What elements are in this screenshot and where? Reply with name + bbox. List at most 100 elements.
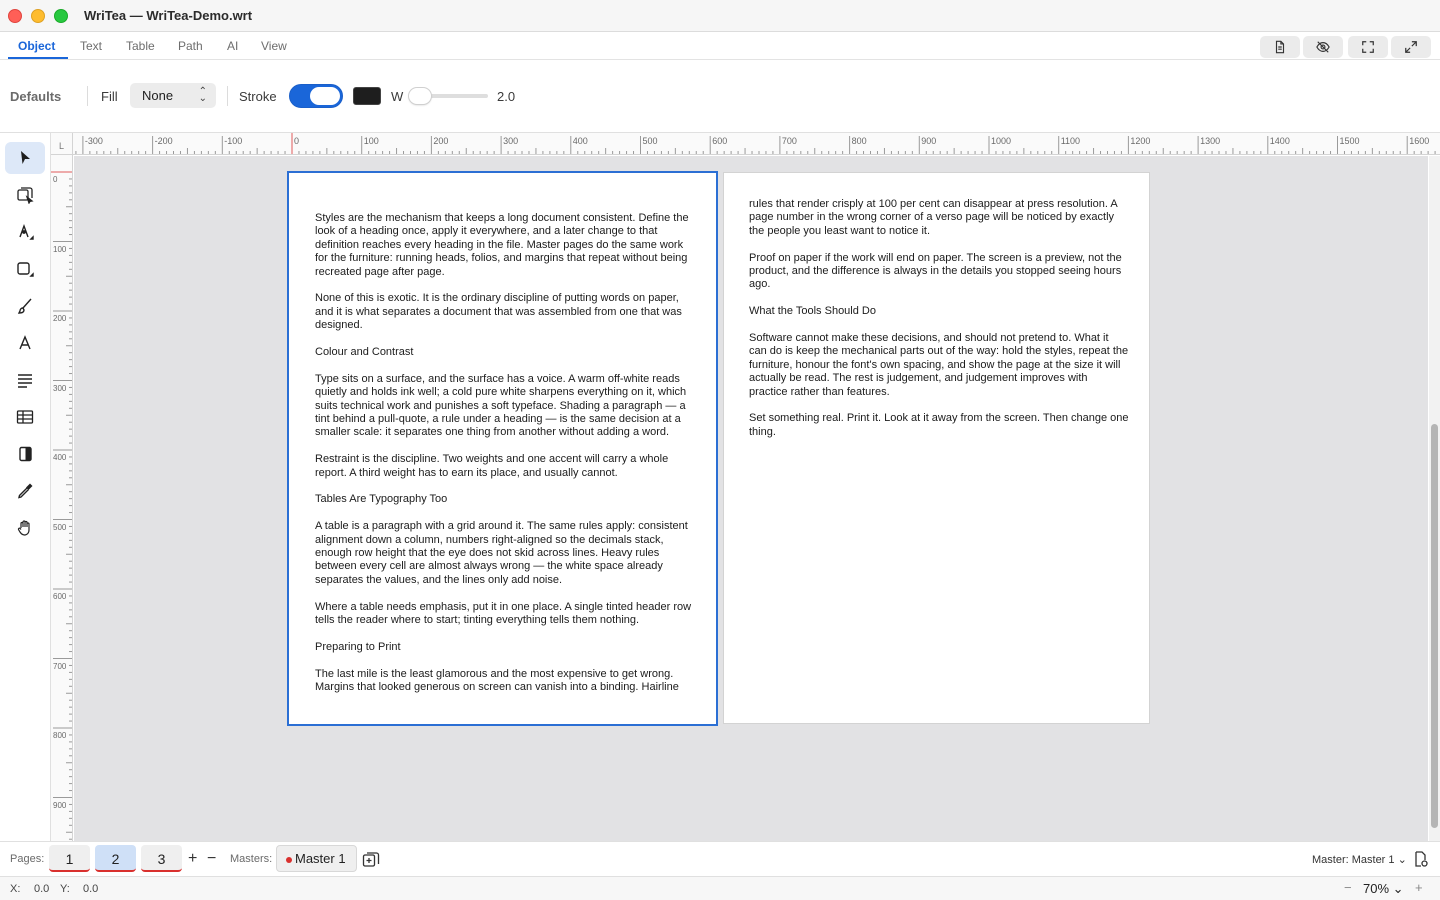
hand-tool[interactable] — [5, 512, 45, 544]
horizontal-ruler: -300 -200 -100 0 100 200 300 400 500 600 700 800 900… — [51, 133, 1440, 155]
chevron-down-icon: ⌄ — [1392, 881, 1404, 896]
ruler-label: 100 — [53, 244, 67, 254]
add-page-button[interactable]: + — [188, 850, 197, 868]
select-tool[interactable] — [5, 142, 45, 174]
remove-page-button[interactable]: − — [207, 850, 216, 868]
expand-button[interactable] — [1391, 36, 1431, 58]
ruler-label: 700 — [781, 136, 797, 146]
pen-tool[interactable] — [5, 216, 45, 248]
maximize-window-button[interactable] — [54, 9, 68, 23]
ruler-label: 100 — [363, 136, 379, 146]
ruler-label: 1600 — [1409, 136, 1430, 146]
page-paragraph: Tables Are Typography Too — [315, 493, 448, 506]
contrast-tool[interactable] — [5, 438, 45, 470]
chevron-down-icon: ⌄ — [1397, 854, 1407, 866]
zoom-select[interactable]: 70% ⌄ — [1363, 881, 1404, 897]
stroke-toggle[interactable] — [289, 84, 343, 108]
ruler-label: 600 — [53, 592, 67, 601]
text-tool[interactable] — [5, 327, 45, 359]
eye-slash-icon — [1316, 41, 1330, 53]
scrollbar-thumb[interactable] — [1431, 424, 1438, 828]
ruler-label: 800 — [851, 136, 867, 146]
table-icon — [16, 410, 34, 424]
ruler-label: 1400 — [1269, 136, 1290, 146]
y-value: 0.0 — [83, 883, 99, 895]
page-view-button[interactable] — [1260, 36, 1300, 58]
tab-view[interactable]: View — [261, 39, 287, 53]
ruler-label: 900 — [53, 800, 67, 810]
ruler-label: 400 — [572, 136, 588, 146]
right-page-text[interactable]: rules that render crisply at 100 per cen… — [749, 198, 1129, 453]
ruler-label: 600 — [712, 136, 728, 146]
ruler-label: 200 — [433, 136, 449, 146]
hide-toggle-button[interactable] — [1303, 36, 1343, 58]
hand-icon — [17, 520, 30, 536]
pages-bar: Pages: 1 2 3 + − Masters: Master 1 Maste… — [0, 841, 1440, 876]
page-paragraph: Type sits on a surface, and the surface … — [315, 372, 687, 439]
close-window-button[interactable] — [8, 9, 22, 23]
add-master-icon — [362, 852, 380, 867]
page-paragraph: Where a table needs emphasis, put it in … — [315, 600, 692, 627]
shape-tool[interactable] — [5, 253, 45, 285]
horizontal-ruler-ticks — [54, 133, 1436, 154]
page-tab-2[interactable]: 2 — [95, 845, 136, 872]
tab-object[interactable]: Object — [18, 39, 55, 53]
pages-label: Pages: — [10, 853, 45, 865]
tab-table[interactable]: Table — [126, 39, 155, 53]
properties-bar: Defaults Fill None ⌃ ⌄ Stroke W 2.0 — [0, 60, 1440, 133]
ruler-label: 1300 — [1200, 136, 1221, 146]
page-right[interactable]: rules that render crisply at 100 per cen… — [724, 173, 1149, 723]
mode-tabs: Object Text Table Path AI View — [0, 32, 1440, 60]
master-color-dot — [286, 857, 292, 863]
page-settings-button[interactable] — [1413, 850, 1429, 868]
status-bar: X: 0.0 Y: 0.0 − 70% ⌄ + — [0, 876, 1440, 900]
tab-ai[interactable]: AI — [227, 39, 238, 53]
vertical-ruler: 0 100 200 300 400 500 600 700 800 900 — [51, 155, 73, 841]
tab-path[interactable]: Path — [178, 39, 203, 53]
ruler-label: 1200 — [1130, 136, 1151, 146]
paragraph-tool[interactable] — [5, 364, 45, 396]
width-slider-knob[interactable] — [409, 88, 431, 104]
fill-select[interactable]: None ⌃ ⌄ — [130, 83, 216, 108]
vertical-scrollbar[interactable] — [1429, 156, 1440, 841]
width-label: W — [391, 89, 404, 104]
page-tab-3[interactable]: 3 — [141, 845, 182, 872]
page-paragraph: None of this is exotic. It is the ordina… — [315, 292, 682, 332]
page-tab-1[interactable]: 1 — [49, 845, 90, 872]
brush-tool[interactable] — [5, 290, 45, 322]
fill-label: Fill — [101, 89, 118, 104]
x-label: X: — [10, 883, 21, 895]
minimize-window-button[interactable] — [31, 9, 45, 23]
page-paragraph: Colour and Contrast — [315, 346, 414, 359]
title-bar: WriTea — WriTea-Demo.wrt — [0, 0, 1440, 32]
page-paragraph: Preparing to Print — [315, 640, 401, 653]
left-page-text[interactable]: Styles are the mechanism that keeps a lo… — [315, 212, 695, 708]
ruler-label: 1000 — [991, 136, 1012, 146]
eyedropper-tool[interactable] — [5, 475, 45, 507]
table-tool[interactable] — [5, 401, 45, 433]
ruler-label: 500 — [642, 136, 658, 146]
text-tool-icon — [19, 335, 31, 350]
brush-icon — [17, 298, 32, 314]
masters-label: Masters: — [230, 853, 273, 865]
paragraph-icon — [18, 374, 32, 388]
stroke-color-swatch[interactable] — [353, 87, 381, 105]
document-canvas[interactable]: Styles are the mechanism that keeps a lo… — [74, 156, 1428, 841]
page-paragraph: Styles are the mechanism that keeps a lo… — [315, 212, 689, 278]
ruler-label: 1500 — [1339, 136, 1360, 146]
ruler-label: 0 — [294, 136, 300, 146]
zoom-out-button[interactable]: − — [1344, 880, 1352, 895]
master-select[interactable]: Master: Master 1 ⌄ — [1312, 853, 1407, 866]
tab-text[interactable]: Text — [80, 39, 102, 53]
node-select-tool[interactable] — [5, 179, 45, 211]
rectangle-tool-icon — [17, 262, 34, 277]
zoom-in-button[interactable]: + — [1415, 880, 1423, 895]
add-master-button[interactable] — [362, 851, 380, 869]
master-tab[interactable]: Master 1 — [276, 845, 357, 872]
ruler-label: 300 — [503, 136, 519, 146]
select-arrow-icon — [21, 151, 30, 164]
defaults-label: Defaults — [10, 89, 62, 104]
page-left[interactable]: Styles are the mechanism that keeps a lo… — [289, 173, 716, 724]
fullscreen-button[interactable] — [1348, 36, 1388, 58]
page-icon — [1275, 40, 1285, 54]
